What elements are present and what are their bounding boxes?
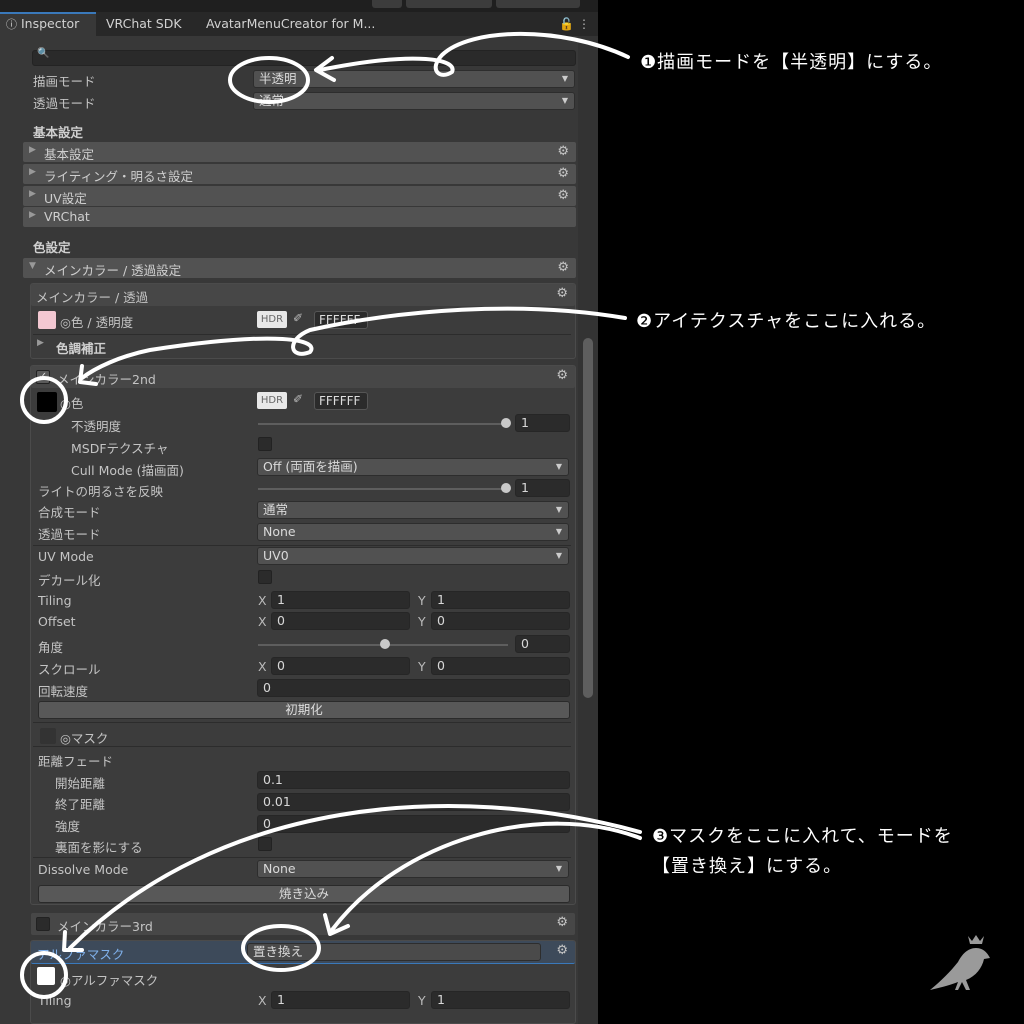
highlight-2nd-texture	[20, 376, 68, 424]
arrow-2	[80, 306, 627, 380]
arrow-3b	[68, 804, 642, 950]
arrow-3a	[330, 821, 642, 932]
crow-logo	[930, 935, 990, 990]
highlight-render-mode	[228, 56, 310, 104]
arrow-1	[318, 31, 630, 77]
highlight-alpha-texture	[20, 951, 68, 999]
annotation-overlay	[20, 31, 642, 999]
highlight-alpha-mode	[241, 924, 321, 972]
